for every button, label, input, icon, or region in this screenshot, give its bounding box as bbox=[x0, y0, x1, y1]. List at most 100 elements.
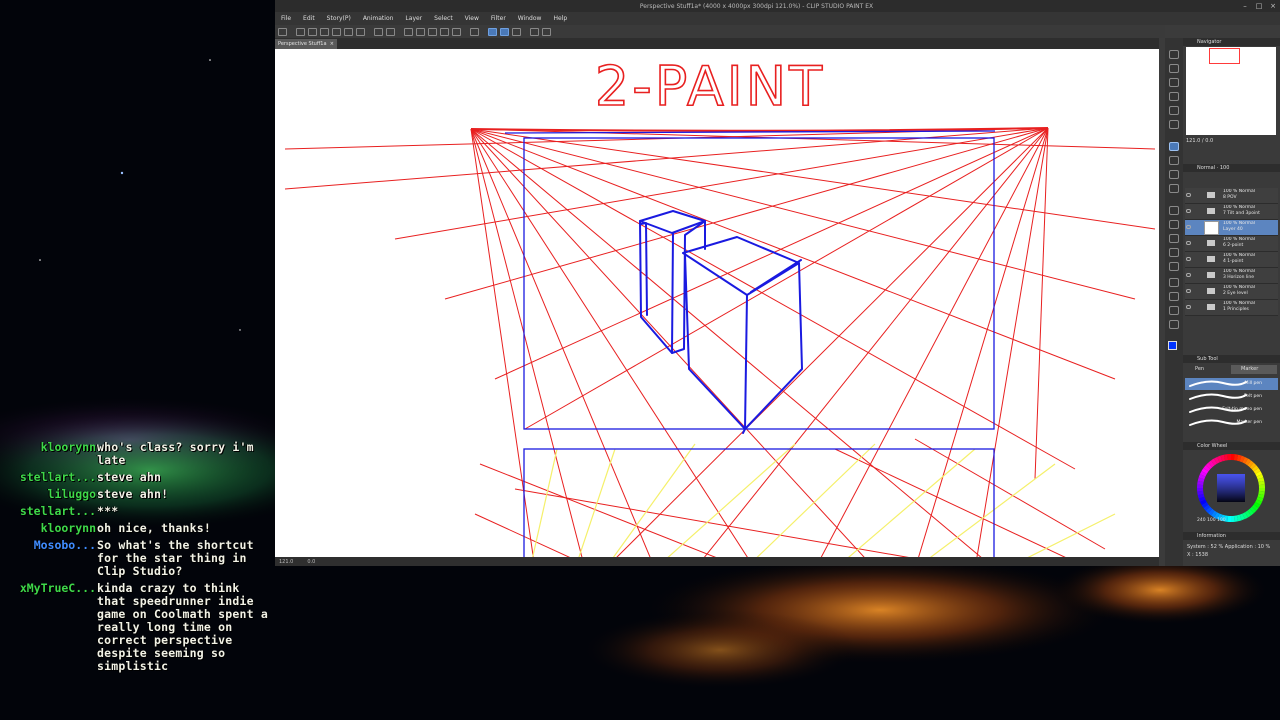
eye-icon[interactable] bbox=[1186, 241, 1191, 245]
move-tool-icon[interactable] bbox=[1169, 64, 1179, 73]
subtool-tab-pen[interactable]: Pen bbox=[1185, 365, 1229, 374]
special-ruler-snap-icon[interactable] bbox=[500, 27, 509, 36]
chat-username[interactable]: Mosobo... bbox=[10, 539, 96, 578]
eyedropper-tool-icon[interactable] bbox=[1169, 120, 1179, 129]
blend-tool-icon[interactable] bbox=[1169, 220, 1179, 229]
layer-row[interactable]: 100 % Normal 4 1-point bbox=[1185, 252, 1278, 268]
layer-row[interactable]: 100 % Normal Layer 40 bbox=[1185, 220, 1278, 236]
brush-item[interactable]: Felt-tip mono pen bbox=[1185, 404, 1278, 416]
menu-view[interactable]: View bbox=[465, 15, 479, 22]
fill-icon[interactable] bbox=[428, 27, 437, 36]
menu-layer[interactable]: Layer bbox=[405, 15, 422, 22]
chat-username[interactable]: stellart... bbox=[10, 471, 96, 484]
text-tool-icon[interactable] bbox=[1169, 306, 1179, 315]
menu-filter[interactable]: Filter bbox=[491, 15, 506, 22]
color-wheel[interactable] bbox=[1195, 452, 1267, 524]
selection-tool-icon[interactable] bbox=[1169, 106, 1179, 115]
menu-story[interactable]: Story(P) bbox=[327, 15, 351, 22]
eye-icon[interactable] bbox=[1186, 225, 1191, 229]
guide-line bbox=[470, 128, 1076, 470]
angle-readout[interactable]: 0.0 bbox=[307, 559, 315, 565]
grid-snap-icon[interactable] bbox=[512, 27, 521, 36]
guide-line bbox=[470, 128, 982, 557]
paste-icon[interactable] bbox=[356, 27, 365, 36]
chat-username[interactable]: kloorynn bbox=[10, 441, 96, 467]
menu-animation[interactable]: Animation bbox=[363, 15, 394, 22]
layer-row[interactable]: 100 % Normal 7 Tilt and 3point bbox=[1185, 204, 1278, 220]
drawing-canvas[interactable]: 2-PAINT bbox=[275, 49, 1159, 557]
material-icon[interactable] bbox=[530, 27, 539, 36]
chat-username[interactable]: kloorynn bbox=[10, 522, 96, 535]
frame-tool-icon[interactable] bbox=[1169, 278, 1179, 287]
layer-row[interactable]: 100 % Normal 8 POV bbox=[1185, 188, 1278, 204]
eye-icon[interactable] bbox=[1186, 305, 1191, 309]
operation-tool-icon[interactable] bbox=[1169, 78, 1179, 87]
figure-tool-icon[interactable] bbox=[1169, 262, 1179, 271]
layer-properties-header: Normal · 100 bbox=[1183, 164, 1280, 172]
clear-icon[interactable] bbox=[416, 27, 425, 36]
layer-row[interactable]: 100 % Normal 1 Principles bbox=[1185, 300, 1278, 316]
redo-icon[interactable] bbox=[386, 27, 395, 36]
layer-row[interactable]: 100 % Normal 3 Horizon line bbox=[1185, 268, 1278, 284]
main-color-swatch[interactable] bbox=[1168, 341, 1177, 350]
menu-edit[interactable]: Edit bbox=[303, 15, 315, 22]
document-tab-label: Perspective Stuff1a bbox=[278, 41, 327, 47]
subtool-tab-marker[interactable]: Marker bbox=[1231, 365, 1277, 374]
tool-palette bbox=[1165, 38, 1183, 566]
close-tab-icon[interactable]: × bbox=[330, 41, 334, 47]
select-all-icon[interactable] bbox=[470, 27, 479, 36]
menu-select[interactable]: Select bbox=[434, 15, 453, 22]
ruler-snap-icon[interactable] bbox=[488, 27, 497, 36]
save-icon[interactable] bbox=[320, 27, 329, 36]
layer-row[interactable]: 100 % Normal 6 2-point bbox=[1185, 236, 1278, 252]
navigator-preview[interactable] bbox=[1186, 47, 1276, 135]
fill-tool-icon[interactable] bbox=[1169, 234, 1179, 243]
new-file-icon[interactable] bbox=[296, 27, 305, 36]
brush-tool-icon[interactable] bbox=[1169, 170, 1179, 179]
chat-username[interactable]: stellart... bbox=[10, 505, 96, 518]
open-file-icon[interactable] bbox=[308, 27, 317, 36]
brush-stroke-preview bbox=[1189, 393, 1247, 400]
close-button[interactable]: × bbox=[1266, 2, 1280, 10]
home-icon[interactable] bbox=[278, 27, 287, 36]
ruler-tool-icon[interactable] bbox=[1169, 292, 1179, 301]
navigator-view-frame[interactable] bbox=[1209, 48, 1240, 64]
brush-item[interactable]: Mill pen bbox=[1185, 378, 1278, 390]
gradient-tool-icon[interactable] bbox=[1169, 248, 1179, 257]
export-icon[interactable] bbox=[332, 27, 341, 36]
perspective-drawing: 2-PAINT bbox=[284, 54, 1156, 557]
asset-icon[interactable] bbox=[542, 27, 551, 36]
layer-row[interactable]: 100 % Normal 2 Eye level bbox=[1185, 284, 1278, 300]
pen-tool-icon[interactable] bbox=[1169, 142, 1179, 151]
balloon-tool-icon[interactable] bbox=[1169, 320, 1179, 329]
eye-icon[interactable] bbox=[1186, 257, 1191, 261]
chat-username[interactable]: liluggo bbox=[10, 488, 96, 501]
eye-icon[interactable] bbox=[1186, 193, 1191, 197]
undo-icon[interactable] bbox=[374, 27, 383, 36]
transform-icon[interactable] bbox=[440, 27, 449, 36]
zoom-readout[interactable]: 121.0 bbox=[279, 559, 293, 565]
eye-icon[interactable] bbox=[1186, 289, 1191, 293]
eye-icon[interactable] bbox=[1186, 209, 1191, 213]
folder-icon bbox=[1207, 256, 1215, 262]
menu-window[interactable]: Window bbox=[518, 15, 542, 22]
cursor-coords: X : 1538 bbox=[1187, 552, 1209, 558]
chat-message: liluggo steve ahn! bbox=[10, 488, 270, 501]
pencil-tool-icon[interactable] bbox=[1169, 156, 1179, 165]
eraser-tool-icon[interactable] bbox=[1169, 206, 1179, 215]
airbrush-tool-icon[interactable] bbox=[1169, 184, 1179, 193]
brush-item[interactable]: Felt pen bbox=[1185, 391, 1278, 403]
document-tab[interactable]: Perspective Stuff1a × bbox=[275, 39, 337, 49]
chat-username[interactable]: xMyTrueC... bbox=[10, 582, 96, 673]
minimize-button[interactable]: – bbox=[1238, 2, 1252, 10]
crop-icon[interactable] bbox=[452, 27, 461, 36]
zoom-tool-icon[interactable] bbox=[1169, 50, 1179, 59]
maximize-button[interactable]: □ bbox=[1252, 2, 1266, 10]
copy-icon[interactable] bbox=[344, 27, 353, 36]
eye-icon[interactable] bbox=[1186, 273, 1191, 277]
menu-help[interactable]: Help bbox=[553, 15, 567, 22]
menu-file[interactable]: File bbox=[281, 15, 291, 22]
move-layer-tool-icon[interactable] bbox=[1169, 92, 1179, 101]
settings-icon[interactable] bbox=[404, 27, 413, 36]
brush-item[interactable]: Marker pen bbox=[1185, 417, 1278, 429]
